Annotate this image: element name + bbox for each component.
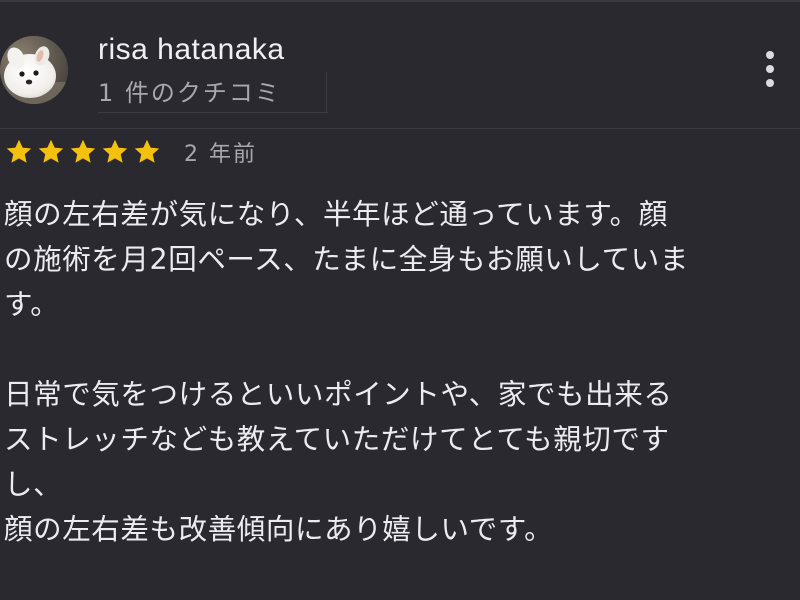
more-vert-icon-dot — [766, 79, 774, 87]
review-card: risa hatanaka 1 件のクチコミ 2 年前 顔の左右差が気になり、半… — [0, 0, 800, 600]
star-icon — [68, 137, 98, 167]
header-underline — [98, 112, 328, 113]
avatar[interactable] — [0, 36, 68, 104]
review-date: 2 年前 — [184, 142, 257, 167]
avatar-dog-image — [0, 36, 68, 104]
review-count[interactable]: 1 件のクチコミ — [98, 74, 285, 112]
more-vert-icon-dot — [766, 51, 774, 59]
star-icon — [100, 137, 130, 167]
review-text: 顔の左右差が気になり、半年ほど通っています。顔 の施術を月2回ペース、たまに全身… — [4, 198, 689, 546]
star-icon — [4, 137, 34, 167]
more-options-button[interactable] — [752, 44, 788, 94]
star-rating — [4, 137, 162, 167]
header-separator — [326, 72, 327, 112]
rating-row: 2 年前 — [4, 134, 257, 170]
author-name[interactable]: risa hatanaka — [98, 30, 285, 70]
header-divider — [0, 128, 800, 129]
star-icon — [36, 137, 66, 167]
star-icon — [132, 137, 162, 167]
review-header: risa hatanaka 1 件のクチコミ — [98, 30, 285, 112]
more-vert-icon-dot — [766, 65, 774, 73]
